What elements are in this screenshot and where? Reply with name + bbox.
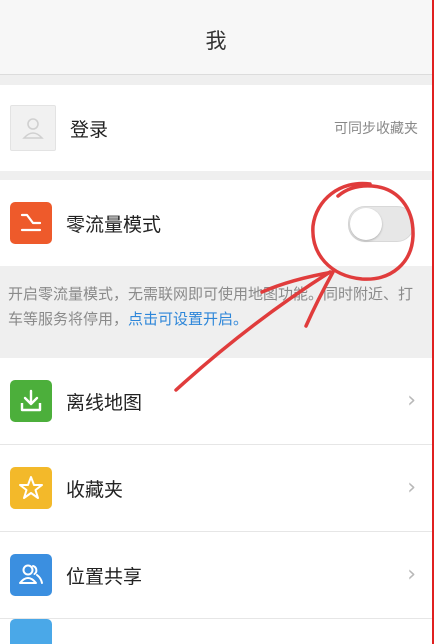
page-title: 我 (205, 29, 227, 53)
login-hint: 可同步收藏夹 (334, 121, 418, 137)
zero-flow-row: 零流量模式 (0, 180, 432, 266)
next-item-tile (10, 619, 52, 644)
login-row[interactable]: 登录 可同步收藏夹 (0, 85, 432, 171)
download-icon (20, 389, 42, 412)
toggle-knob (350, 208, 382, 240)
page-header: 我 (0, 0, 432, 75)
login-label: 登录 (70, 118, 109, 141)
zero-flow-toggle[interactable] (348, 206, 414, 242)
zero-flow-tile (10, 202, 52, 244)
menu-item-location-share[interactable]: 位置共享 › (0, 532, 432, 618)
menu-item-label: 收藏夹 (66, 478, 124, 501)
user-placeholder-icon (22, 118, 44, 139)
avatar (10, 105, 56, 151)
star-icon (19, 476, 43, 499)
info-link[interactable]: 点击可设置开启。 (128, 310, 248, 328)
favorites-tile (10, 467, 52, 509)
users-icon (19, 564, 43, 584)
chevron-right-icon: › (407, 562, 416, 587)
offline-map-tile (10, 380, 52, 422)
menu-item-label: 位置共享 (66, 565, 143, 588)
menu-item-offline-map[interactable]: 离线地图 › (0, 358, 432, 444)
location-share-tile (10, 554, 52, 596)
chevron-right-icon: › (407, 388, 416, 413)
chevron-right-icon: › (407, 475, 416, 500)
menu-item-favorites[interactable]: 收藏夹 › (0, 445, 432, 531)
menu-item-next[interactable] (0, 619, 432, 644)
menu-item-label: 离线地图 (66, 391, 143, 414)
zero-flow-info: 开启零流量模式，无需联网即可使用地图功能。同时附近、打车等服务将停用，点击可设置… (0, 266, 432, 358)
zero-flow-label: 零流量模式 (66, 213, 162, 236)
zero-flow-icon (20, 213, 42, 232)
